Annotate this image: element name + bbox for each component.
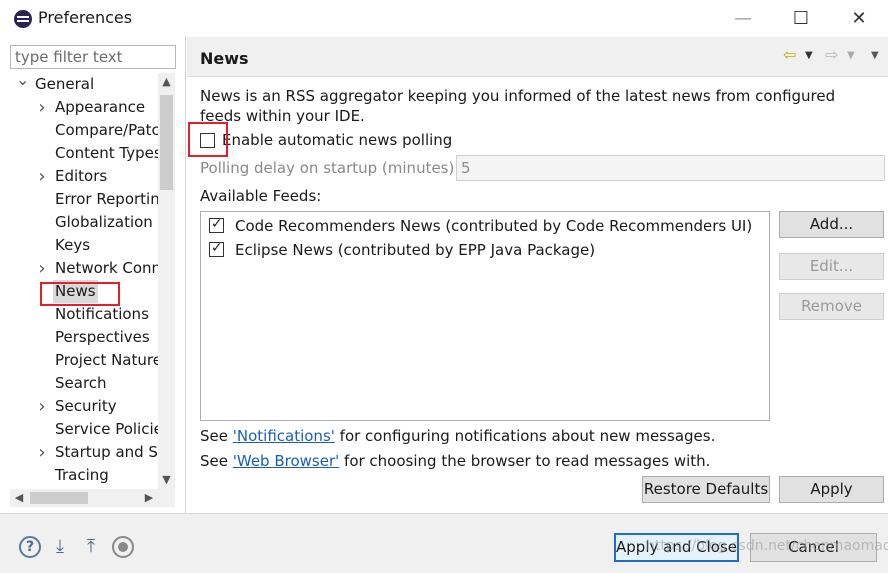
polling-delay-input[interactable]: 5: [456, 155, 885, 181]
chevron-right-icon[interactable]: ›: [36, 165, 48, 188]
scroll-thumb[interactable]: [160, 95, 173, 190]
tree-item-label: Network Connections: [55, 259, 158, 277]
tree-item[interactable]: Keys: [0, 234, 158, 257]
feed-checkbox[interactable]: [209, 216, 224, 233]
tree-item[interactable]: › Editors: [0, 165, 158, 188]
import-icon[interactable]: ⤓: [49, 536, 71, 558]
scroll-up-icon[interactable]: ▲: [158, 73, 175, 91]
tree-item[interactable]: Content Types: [0, 142, 158, 165]
tree-item-label: General: [35, 75, 95, 93]
chevron-right-icon[interactable]: ›: [36, 96, 48, 119]
tree-item-label: Security: [55, 397, 117, 415]
chevron-right-icon[interactable]: ›: [36, 441, 48, 464]
notifications-hint: See 'Notifications' for configuring noti…: [200, 427, 715, 445]
forward-menu-chevron-icon[interactable]: ▼: [847, 50, 855, 61]
scroll-down-icon[interactable]: ▼: [158, 471, 175, 489]
tree-item[interactable]: › Appearance: [0, 96, 158, 119]
tree-item-label: Globalization: [55, 213, 153, 231]
feeds-list: Code Recommenders News (contributed by C…: [200, 211, 770, 421]
tree-item-label: Notifications: [55, 305, 149, 323]
tree-item[interactable]: Project Natures: [0, 349, 158, 372]
tree-item-label: Perspectives: [55, 328, 150, 346]
tree-item[interactable]: Globalization: [0, 211, 158, 234]
notifications-hint-suffix: for configuring notifications about new …: [334, 427, 716, 445]
chevron-down-icon[interactable]: ⌄: [16, 73, 29, 96]
feed-label: Eclipse News (contributed by EPP Java Pa…: [235, 241, 596, 259]
tree-item[interactable]: Search: [0, 372, 158, 395]
back-arrow-icon[interactable]: ⇦: [783, 45, 796, 64]
tree-item-label: Error Reporting: [55, 190, 158, 208]
page-title: News: [200, 49, 249, 68]
close-icon[interactable]: ✕: [834, 4, 884, 32]
web-browser-link[interactable]: 'Web Browser': [233, 452, 340, 470]
tree-item[interactable]: › Startup and Shutdown: [0, 441, 158, 464]
notifications-link[interactable]: 'Notifications': [233, 427, 335, 445]
chevron-right-icon[interactable]: ›: [36, 257, 48, 280]
oomph-record-icon[interactable]: [112, 536, 134, 558]
tree-vertical-scrollbar[interactable]: ▲ ▼: [158, 73, 175, 489]
preferences-sidebar: ⌄ General › Appearance Compare/Patch Content …: [0, 37, 186, 513]
window-title: Preferences: [38, 8, 133, 27]
tree-item[interactable]: › Network Connections: [0, 257, 158, 280]
tree-item[interactable]: Compare/Patch: [0, 119, 158, 142]
remove-feed-button[interactable]: Remove: [779, 293, 884, 320]
cancel-button[interactable]: Cancel: [750, 533, 877, 562]
polling-delay-label: Polling delay on startup (minutes):: [200, 159, 460, 177]
tree-item-label: Appearance: [55, 98, 146, 116]
forward-arrow-icon[interactable]: ⇨: [825, 45, 838, 64]
dialog-footer: ? ⤓ ⤒ Apply and Close Cancel https://blo…: [0, 513, 888, 573]
view-menu-icon[interactable]: ▼: [871, 50, 879, 61]
tree-item[interactable]: Notifications: [0, 303, 158, 326]
scroll-thumb-horizontal[interactable]: [30, 492, 88, 504]
tree-item[interactable]: Tracing: [0, 464, 158, 487]
tree-item[interactable]: Error Reporting: [0, 188, 158, 211]
add-feed-button[interactable]: Add...: [779, 211, 884, 238]
page-description: News is an RSS aggregator keeping you in…: [200, 87, 836, 125]
help-icon[interactable]: ?: [19, 536, 41, 558]
web-browser-hint: See 'Web Browser' for choosing the brows…: [200, 452, 710, 470]
tree-item-label: Tracing: [55, 466, 109, 484]
tree-item[interactable]: Service Policies: [0, 418, 158, 441]
tree-horizontal-scrollbar[interactable]: ◀ ▶: [10, 489, 158, 507]
eclipse-icon: [14, 10, 32, 28]
scroll-left-icon[interactable]: ◀: [10, 489, 28, 507]
news-highlight-annotation: [40, 282, 120, 306]
auto-polling-label[interactable]: Enable automatic news polling: [222, 131, 452, 149]
checkbox-highlight-annotation: [188, 122, 228, 157]
apply-button[interactable]: Apply: [779, 476, 884, 503]
preferences-tree: ⌄ General › Appearance Compare/Patch Content …: [0, 73, 158, 489]
web-browser-hint-prefix: See: [200, 452, 233, 470]
tree-item-label: Content Types: [55, 144, 158, 162]
back-menu-chevron-icon[interactable]: ▼: [805, 50, 813, 61]
web-browser-hint-suffix: for choosing the browser to read message…: [339, 452, 711, 470]
notifications-hint-prefix: See: [200, 427, 233, 445]
export-icon[interactable]: ⤒: [80, 536, 102, 558]
edit-feed-button[interactable]: Edit...: [779, 253, 884, 280]
scroll-corner: [158, 489, 175, 507]
available-feeds-label: Available Feeds:: [200, 187, 322, 205]
tree-item[interactable]: ⌄ General: [0, 73, 158, 96]
page-header: News ⇦ ▼ ⇨ ▼ ▼: [187, 37, 888, 77]
feed-checkbox[interactable]: [209, 240, 224, 257]
scroll-right-icon[interactable]: ▶: [140, 489, 158, 507]
tree-item[interactable]: › Security: [0, 395, 158, 418]
restore-defaults-button[interactable]: Restore Defaults: [642, 476, 770, 503]
tree-item-label: Service Policies: [55, 420, 158, 438]
tree-item-label: Compare/Patch: [55, 121, 158, 139]
tree-item-label: Editors: [55, 167, 108, 185]
maximize-icon[interactable]: ☐: [776, 4, 826, 32]
title-bar: Preferences — ☐ ✕: [0, 0, 888, 37]
tree-item-label: Keys: [55, 236, 91, 254]
apply-and-close-button[interactable]: Apply and Close: [614, 533, 739, 562]
minimize-icon[interactable]: —: [718, 4, 768, 32]
news-preference-page: News ⇦ ▼ ⇨ ▼ ▼ News is an RSS aggregator…: [187, 37, 888, 513]
tree-item-label: Project Natures: [55, 351, 158, 369]
filter-input[interactable]: [10, 45, 176, 69]
tree-item-label: Startup and Shutdown: [55, 443, 158, 461]
tree-item-label: Search: [55, 374, 107, 392]
feed-label: Code Recommenders News (contributed by C…: [235, 217, 753, 235]
tree-item[interactable]: Perspectives: [0, 326, 158, 349]
chevron-right-icon[interactable]: ›: [36, 395, 48, 418]
